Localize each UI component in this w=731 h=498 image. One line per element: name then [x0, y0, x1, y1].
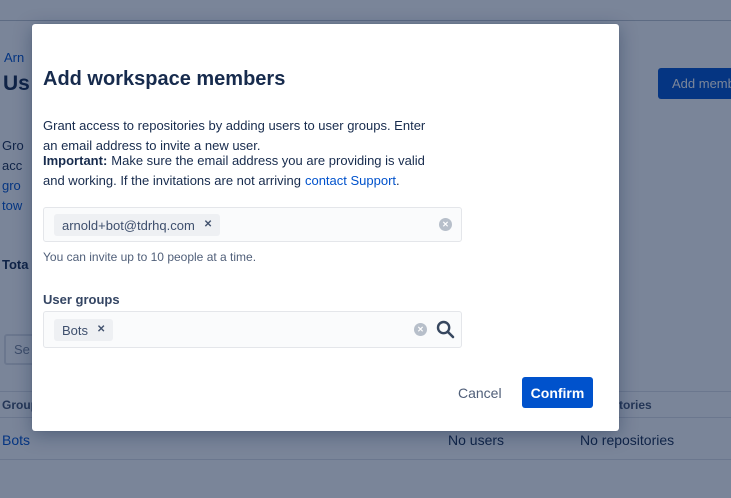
user-groups-input[interactable]: Bots ✕ ✕ [43, 311, 462, 348]
confirm-button[interactable]: Confirm [522, 377, 593, 408]
search-icon[interactable] [435, 319, 456, 340]
email-chip: arnold+bot@tdrhq.com ✕ [54, 214, 220, 236]
important-note: Important:Make sure the email address yo… [43, 153, 425, 168]
groups-clear-icon[interactable]: ✕ [414, 323, 427, 336]
dialog-description: an email address to invite a new user. [43, 138, 261, 153]
user-groups-label: User groups [43, 292, 120, 307]
chip-remove-icon[interactable]: ✕ [97, 325, 105, 335]
contact-support-link[interactable]: contact Support [305, 173, 396, 188]
email-input[interactable]: arnold+bot@tdrhq.com ✕ ✕ [43, 207, 462, 242]
important-label: Important: [43, 153, 107, 168]
group-chip: Bots ✕ [54, 319, 113, 341]
cancel-button[interactable]: Cancel [450, 381, 510, 405]
dialog-title: Add workspace members [43, 68, 285, 91]
screen: Arn Us Gro acc gro tow Tota Add members … [0, 0, 731, 498]
important-note: and working. If the invitations are not … [43, 173, 400, 188]
dialog-description: Grant access to repositories by adding u… [43, 118, 425, 133]
invite-limit-helper: You can invite up to 10 people at a time… [43, 250, 256, 264]
add-members-dialog: Add workspace members Grant access to re… [32, 24, 619, 431]
chip-remove-icon[interactable]: ✕ [204, 220, 212, 230]
email-clear-icon[interactable]: ✕ [439, 218, 452, 231]
